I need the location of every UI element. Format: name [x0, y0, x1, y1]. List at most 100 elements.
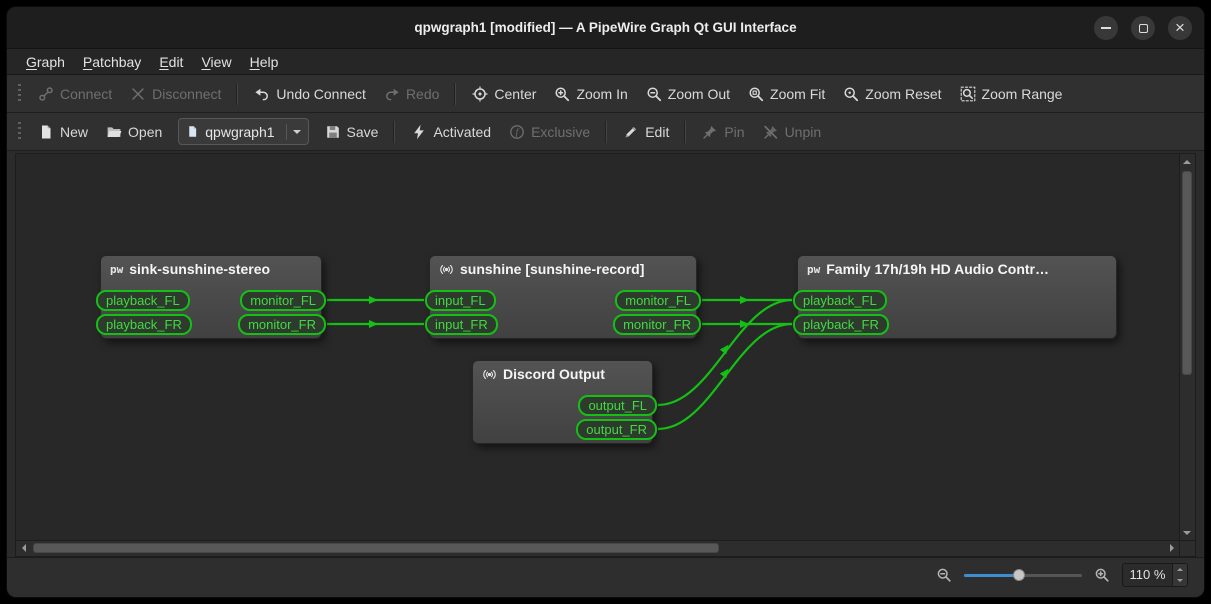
port-input-fl[interactable]: input_FL — [425, 290, 496, 311]
arrow-up-icon — [1177, 565, 1183, 571]
toolbar-separator — [685, 121, 686, 143]
menu-label: E — [159, 54, 168, 70]
save-button[interactable]: Save — [316, 119, 388, 145]
new-file-icon — [38, 124, 54, 140]
zoom-slider[interactable] — [964, 567, 1082, 583]
vertical-scrollbar[interactable] — [1180, 153, 1196, 541]
wire-arrow — [720, 366, 732, 378]
menu-patchbay[interactable]: Patchbay — [74, 49, 150, 74]
pipewire-icon: pw — [807, 263, 820, 276]
menu-graph[interactable]: Graph — [17, 49, 74, 74]
port-playback-fl[interactable]: playback_FL — [793, 290, 887, 311]
port-monitor-fr[interactable]: monitor_FR — [238, 314, 326, 335]
graph-view: pw sink-sunshine-stereo playback_FL play… — [15, 153, 1196, 557]
pin-button[interactable]: Pin — [693, 119, 753, 145]
save-icon — [325, 124, 341, 140]
zoom-in-icon — [554, 86, 570, 102]
statusbar: 110 % — [7, 557, 1204, 597]
scroll-right-button[interactable] — [1165, 541, 1179, 555]
combo-separator — [286, 124, 287, 140]
redo-button[interactable]: Redo — [375, 81, 448, 107]
chevron-down-icon — [293, 130, 301, 138]
port-monitor-fl[interactable]: monitor_FL — [240, 290, 326, 311]
zoom-range-button[interactable]: Zoom Range — [951, 81, 1072, 107]
graph-canvas[interactable]: pw sink-sunshine-stereo playback_FL play… — [15, 153, 1180, 541]
scroll-left-button[interactable] — [16, 541, 30, 555]
unpin-icon — [763, 124, 779, 140]
menu-label: dit — [169, 54, 184, 70]
minimize-icon — [1101, 27, 1111, 29]
node-sink-sunshine-stereo[interactable]: pw sink-sunshine-stereo playback_FL play… — [100, 255, 322, 339]
edit-label: Edit — [645, 124, 669, 140]
edit-button[interactable]: Edit — [614, 119, 678, 145]
unpin-button[interactable]: Unpin — [754, 119, 831, 145]
arrow-left-icon — [18, 544, 26, 552]
minimize-button[interactable] — [1094, 16, 1118, 40]
zoom-slider-handle[interactable] — [1013, 569, 1025, 581]
scroll-up-button[interactable] — [1180, 154, 1194, 168]
horizontal-scrollbar-handle[interactable] — [33, 543, 719, 553]
spin-up-button[interactable] — [1173, 564, 1187, 575]
toolbar-separator — [237, 83, 238, 105]
zoom-out-button[interactable]: Zoom Out — [637, 81, 739, 107]
undo-icon — [254, 86, 270, 102]
patchbay-profile-combo[interactable]: qpwgraph1 — [178, 118, 308, 145]
disconnect-button[interactable]: Disconnect — [121, 81, 230, 107]
redo-icon — [384, 86, 400, 102]
titlebar[interactable]: qpwgraph1 [modified] — A PipeWire Graph … — [7, 7, 1204, 49]
undo-connect-label: Undo Connect — [276, 86, 366, 102]
slider-fill — [964, 574, 1019, 577]
open-button[interactable]: Open — [97, 119, 171, 145]
connect-button[interactable]: Connect — [29, 81, 121, 107]
maximize-button[interactable] — [1131, 16, 1155, 40]
port-input-fr[interactable]: input_FR — [425, 314, 498, 335]
connect-label: Connect — [60, 86, 112, 102]
zoom-reset-button[interactable]: Zoom Reset — [834, 81, 950, 107]
toolbar-handle[interactable] — [18, 84, 21, 104]
menu-label: atchbay — [92, 54, 141, 70]
port-playback-fr[interactable]: playback_FR — [96, 314, 192, 335]
menu-view[interactable]: View — [192, 49, 240, 74]
vertical-scrollbar-handle[interactable] — [1182, 171, 1192, 375]
port-output-fr[interactable]: output_FR — [576, 419, 657, 440]
zoom-in-small-icon[interactable] — [1094, 567, 1110, 583]
scroll-down-button[interactable] — [1180, 526, 1194, 540]
port-output-fl[interactable]: output_FL — [578, 395, 657, 416]
arrow-down-icon — [1183, 531, 1191, 539]
toolbar-handle[interactable] — [18, 122, 21, 142]
new-button[interactable]: New — [29, 119, 97, 145]
menu-label: G — [26, 54, 37, 70]
undo-connect-button[interactable]: Undo Connect — [245, 81, 375, 107]
port-monitor-fl[interactable]: monitor_FL — [615, 290, 701, 311]
port-monitor-fr[interactable]: monitor_FR — [613, 314, 701, 335]
horizontal-scrollbar[interactable] — [15, 541, 1180, 557]
exclusive-button[interactable]: f Exclusive — [500, 119, 599, 145]
spin-down-button[interactable] — [1173, 575, 1187, 586]
window-controls: × — [1094, 16, 1192, 40]
center-icon — [472, 86, 488, 102]
port-playback-fl[interactable]: playback_FL — [96, 290, 190, 311]
zoom-fit-label: Zoom Fit — [770, 86, 825, 102]
close-button[interactable]: × — [1168, 16, 1192, 40]
zoom-fit-button[interactable]: Zoom Fit — [739, 81, 834, 107]
node-discord-output[interactable]: Discord Output output_FL output_FR — [472, 360, 653, 444]
node-sunshine[interactable]: sunshine [sunshine-record] input_FL inpu… — [429, 255, 697, 339]
activated-button[interactable]: Activated — [402, 119, 500, 145]
menu-help[interactable]: Help — [241, 49, 288, 74]
open-label: Open — [128, 124, 162, 140]
zoom-out-small-icon[interactable] — [936, 567, 952, 583]
toolbar-patchbay: New Open qpwgraph1 Save Activated f Excl… — [7, 113, 1204, 151]
zoom-in-label: Zoom In — [576, 86, 627, 102]
menu-edit[interactable]: Edit — [150, 49, 192, 74]
connection-wires — [16, 154, 1180, 541]
port-playback-fr[interactable]: playback_FR — [793, 314, 889, 335]
disconnect-label: Disconnect — [152, 86, 221, 102]
svg-text:f: f — [516, 127, 520, 138]
zoom-value: 110 % — [1123, 564, 1172, 586]
node-ports: playback_FL playback_FR — [798, 282, 1116, 335]
center-button[interactable]: Center — [463, 81, 545, 107]
zoom-spinbox[interactable]: 110 % — [1122, 563, 1188, 587]
node-family-hd-audio[interactable]: pw Family 17h/19h HD Audio Contr… playba… — [797, 255, 1117, 339]
wire-arrow — [369, 320, 378, 328]
zoom-in-button[interactable]: Zoom In — [545, 81, 636, 107]
